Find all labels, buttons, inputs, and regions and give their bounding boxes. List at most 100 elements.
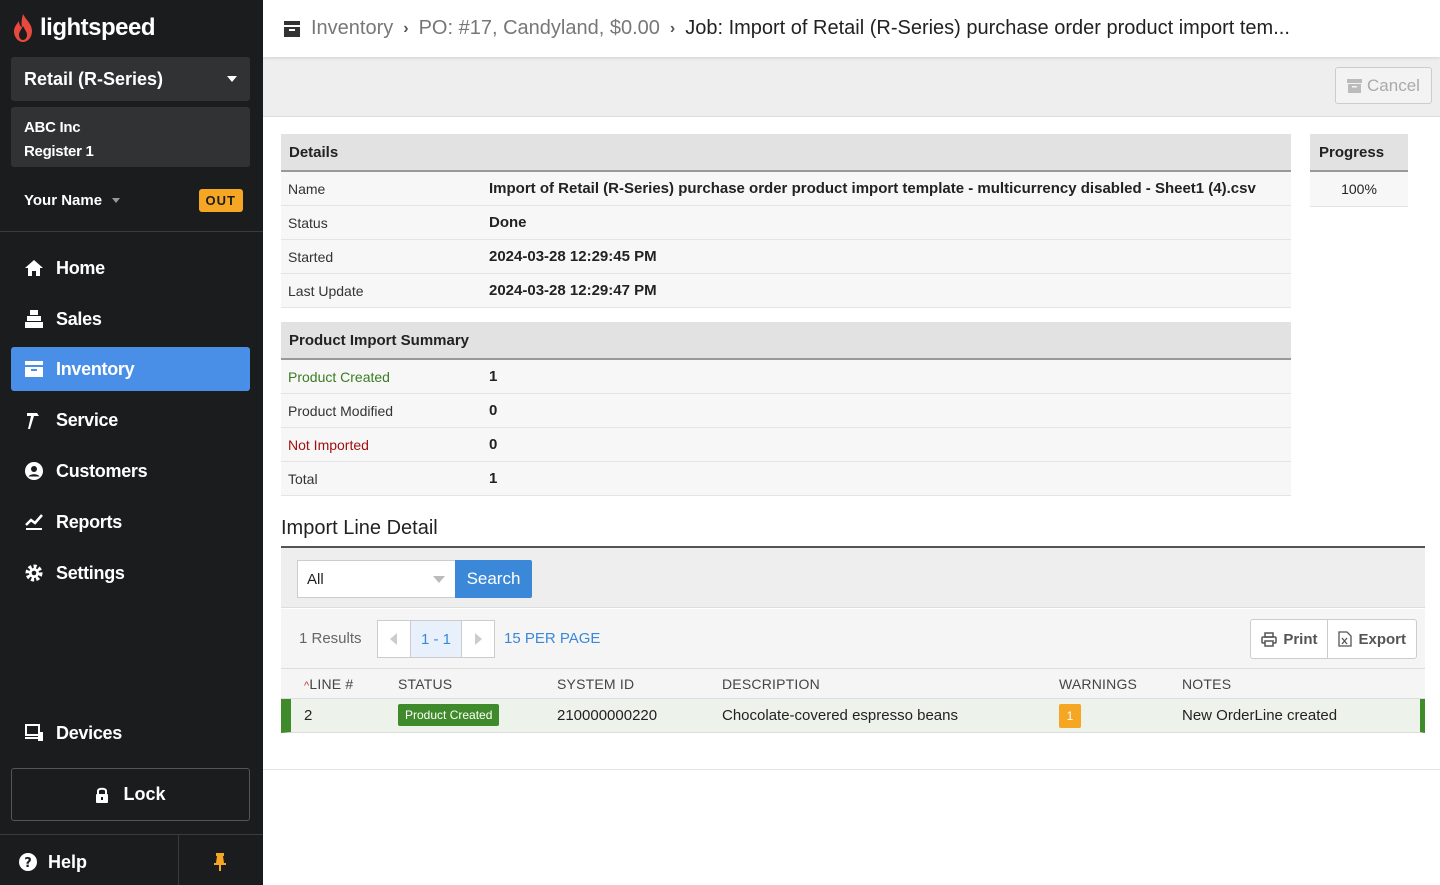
lightspeed-logo[interactable]: lightspeed — [12, 12, 156, 44]
sidebar-divider — [0, 834, 263, 835]
hammer-icon — [24, 410, 44, 430]
column-header-system-id[interactable]: SYSTEM ID — [557, 676, 634, 692]
help-button[interactable]: ? Help — [18, 845, 87, 879]
details-label: Last Update — [288, 282, 364, 299]
sidebar-item-reports[interactable]: Reports — [11, 500, 250, 544]
lock-button[interactable]: Lock — [11, 768, 250, 821]
details-value: 2024-03-28 12:29:45 PM — [489, 248, 657, 265]
sidebar-divider — [0, 231, 263, 232]
breadcrumb: Inventory › PO: #17, Candyland, $0.00 › … — [263, 0, 1440, 57]
sidebar-item-settings[interactable]: Settings — [11, 551, 250, 595]
sidebar-item-label: Inventory — [56, 358, 135, 379]
summary-row-created: Product Created 1 — [281, 360, 1291, 394]
details-label: Status — [288, 214, 328, 231]
summary-label: Product Created — [288, 368, 390, 385]
sidebar-item-devices[interactable]: Devices — [11, 711, 250, 755]
triangle-left-icon — [390, 633, 397, 645]
chevron-down-icon — [227, 76, 237, 82]
home-icon — [24, 258, 44, 278]
cell-line: 2 — [304, 707, 313, 724]
export-label: Export — [1358, 630, 1406, 648]
details-value: Import of Retail (R-Series) purchase ord… — [489, 180, 1256, 197]
results-count: 1 Results — [299, 630, 362, 647]
sidebar-item-label: Sales — [56, 308, 102, 329]
details-row-name: Name Import of Retail (R-Series) purchas… — [281, 172, 1291, 206]
sidebar-divider — [178, 835, 179, 885]
cell-system-id: 210000000220 — [557, 707, 658, 724]
progress-value: 100% — [1310, 172, 1408, 207]
summary-label: Total — [288, 470, 318, 487]
print-button[interactable]: Print — [1251, 620, 1327, 658]
export-button[interactable]: Export — [1327, 620, 1416, 658]
details-title: Details — [281, 134, 1291, 172]
table-row[interactable]: 2 Product Created 210000000220 Chocolate… — [281, 699, 1425, 733]
help-label: Help — [48, 851, 88, 872]
lock-label: Lock — [123, 784, 166, 804]
svg-text:?: ? — [24, 856, 32, 871]
summary-label: Not Imported — [288, 436, 369, 453]
sidebar-item-label: Reports — [56, 511, 122, 532]
results-bar: 1 Results 1 - 1 15 PER PAGE Print Export — [281, 609, 1425, 669]
user-menu[interactable]: Your Name — [24, 192, 121, 209]
filter-bar: All Search — [281, 548, 1425, 608]
triangle-right-icon — [475, 633, 482, 645]
previous-page-button[interactable] — [378, 621, 410, 657]
clock-out-button[interactable]: OUT — [198, 188, 243, 212]
store-selector-label: Retail (R-Series) — [24, 68, 164, 89]
sidebar-item-customers[interactable]: Customers — [11, 449, 250, 493]
sidebar-item-sales[interactable]: Sales — [11, 297, 250, 341]
output-buttons: Print Export — [1250, 619, 1417, 659]
content-divider — [263, 769, 1440, 770]
user-row: Your Name OUT — [24, 185, 243, 215]
pagination: 1 - 1 — [377, 620, 495, 658]
summary-value: 1 — [489, 368, 498, 385]
chevron-down-icon — [433, 575, 445, 583]
column-header-notes[interactable]: NOTES — [1182, 676, 1231, 692]
flame-icon — [14, 14, 32, 42]
cancel-button[interactable]: Cancel — [1335, 67, 1432, 104]
archive-icon — [1347, 78, 1363, 93]
sidebar: lightspeed Retail (R-Series) ABC Inc Reg… — [0, 0, 263, 885]
toolbar: Cancel — [263, 57, 1440, 117]
sidebar-item-home[interactable]: Home — [11, 246, 250, 290]
details-row-status: Status Done — [281, 206, 1291, 240]
register-info[interactable]: ABC Inc Register 1 — [11, 107, 250, 167]
excel-file-icon — [1338, 631, 1353, 647]
inventory-icon — [284, 20, 300, 37]
summary-value: 0 — [489, 402, 498, 419]
column-header-warnings[interactable]: WARNINGS — [1059, 676, 1137, 692]
next-page-button[interactable] — [462, 621, 494, 657]
breadcrumb-inventory[interactable]: Inventory — [311, 17, 393, 40]
company-name: ABC Inc — [24, 119, 81, 136]
column-header-description[interactable]: DESCRIPTION — [722, 676, 820, 692]
devices-icon — [24, 723, 44, 743]
printer-icon — [1261, 631, 1278, 647]
breadcrumb-purchase-order[interactable]: PO: #17, Candyland, $0.00 — [419, 17, 660, 40]
logo-text: lightspeed — [40, 14, 156, 41]
lock-icon — [96, 787, 109, 803]
sidebar-item-label: Service — [56, 409, 118, 430]
breadcrumb-current-job: Job: Import of Retail (R-Series) purchas… — [685, 17, 1290, 39]
warnings-badge[interactable]: 1 — [1059, 704, 1081, 728]
summary-row-total: Total 1 — [281, 462, 1291, 496]
user-circle-icon — [24, 461, 44, 481]
details-row-last-update: Last Update 2024-03-28 12:29:47 PM — [281, 274, 1291, 308]
gear-icon — [24, 563, 44, 583]
per-page-selector[interactable]: 15 PER PAGE — [504, 630, 600, 647]
store-selector[interactable]: Retail (R-Series) — [11, 57, 250, 101]
column-header-status[interactable]: STATUS — [398, 676, 452, 692]
import-detail-title: Import Line Detail — [281, 517, 438, 539]
progress-title: Progress — [1310, 134, 1408, 172]
page-range[interactable]: 1 - 1 — [410, 621, 462, 657]
sidebar-item-inventory[interactable]: Inventory — [11, 347, 250, 391]
chart-icon — [24, 512, 44, 532]
status-filter-value: All — [307, 570, 324, 588]
column-header-line[interactable]: ^LINE # — [304, 676, 353, 692]
chevron-right-icon: › — [403, 19, 409, 37]
search-button[interactable]: Search — [455, 560, 532, 598]
pin-icon[interactable] — [213, 852, 227, 877]
sidebar-item-service[interactable]: Service — [11, 398, 250, 442]
summary-title: Product Import Summary — [281, 322, 1291, 360]
status-filter-select[interactable]: All — [297, 560, 455, 598]
details-value: Done — [489, 214, 527, 231]
